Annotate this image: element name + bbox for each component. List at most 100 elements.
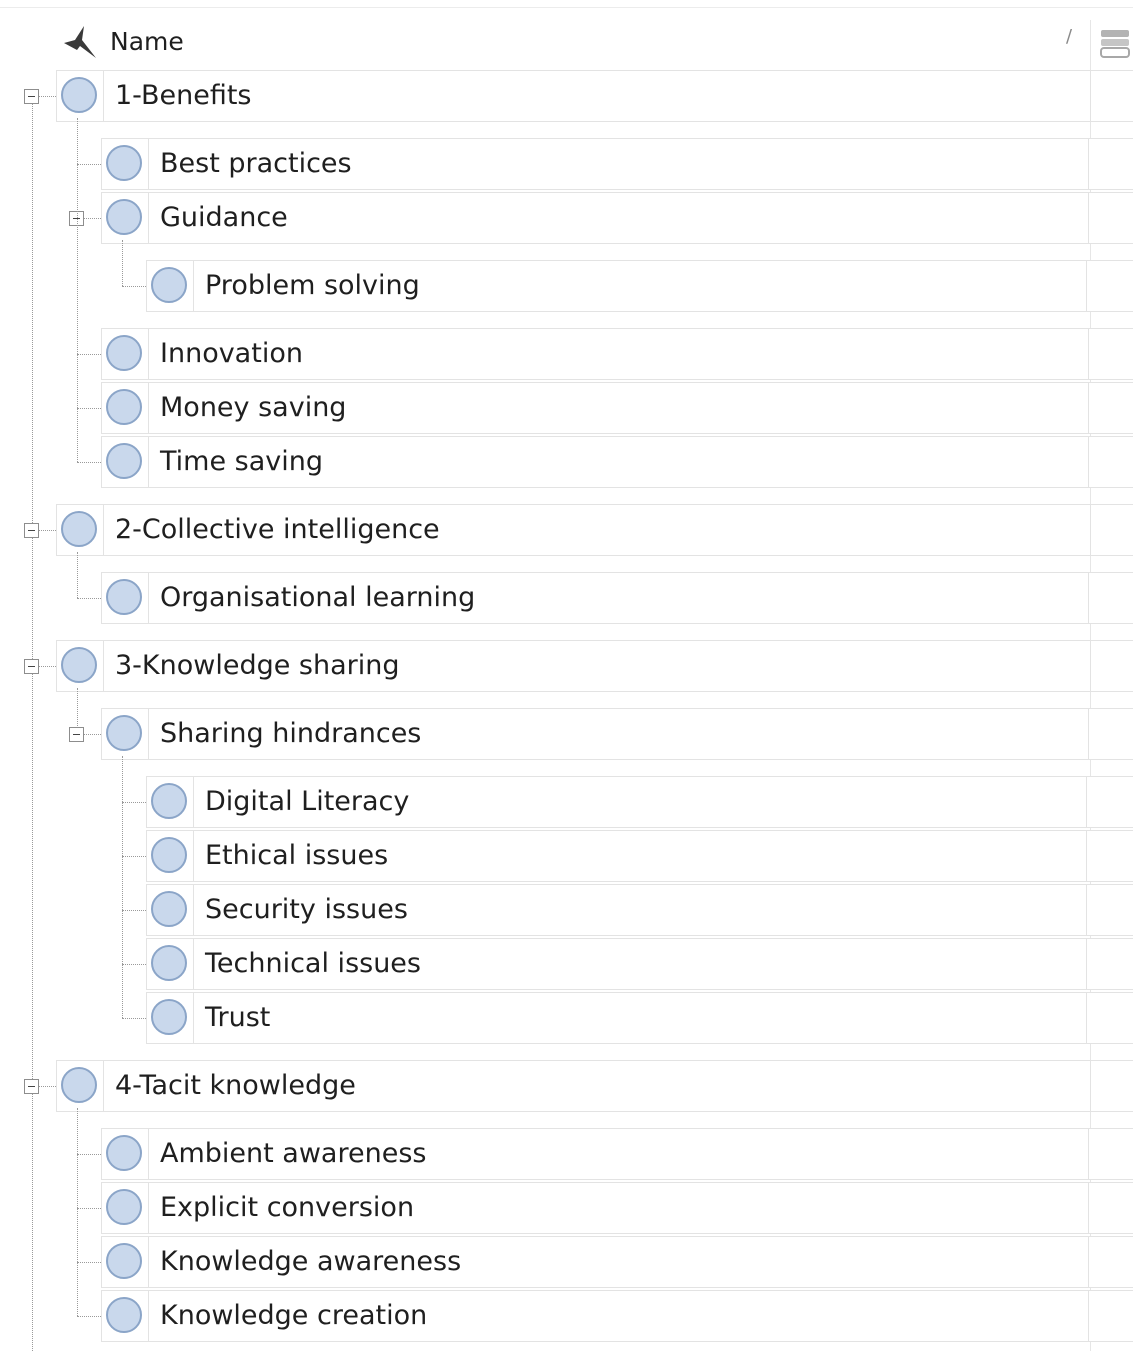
- node-icon-cell: [102, 329, 149, 379]
- node-icon-cell: [147, 993, 194, 1043]
- column-divider: [1088, 709, 1089, 759]
- node-icon-cell: [102, 193, 149, 243]
- tree-row[interactable]: Sharing hindrances: [101, 708, 1133, 760]
- code-node-circle-icon: [151, 999, 187, 1035]
- codes-star-icon[interactable]: [60, 24, 98, 62]
- node-icon-cell: [147, 261, 194, 311]
- collapse-minus-icon[interactable]: [24, 523, 39, 538]
- node-label: Knowledge creation: [160, 1300, 428, 1331]
- column-divider: [1088, 383, 1089, 433]
- tree-connector-line: [77, 462, 101, 463]
- column-divider: [1090, 1061, 1091, 1111]
- column-divider: [1090, 641, 1091, 691]
- tree-row[interactable]: Trust: [146, 992, 1133, 1044]
- tree-connector-line: [122, 856, 146, 857]
- references-icon[interactable]: [1096, 24, 1133, 64]
- tree-row[interactable]: 3-Knowledge sharing: [56, 640, 1133, 692]
- node-icon-cell: [102, 1291, 149, 1341]
- column-divider: [1088, 329, 1089, 379]
- node-icon-cell: [57, 505, 104, 555]
- column-divider: [1086, 993, 1087, 1043]
- tree-connector-line: [77, 1208, 101, 1209]
- collapse-minus-icon[interactable]: [24, 1079, 39, 1094]
- column-divider: [1088, 1237, 1089, 1287]
- column-divider: [1086, 885, 1087, 935]
- tree-connector-line: [122, 240, 123, 286]
- code-node-circle-icon: [106, 579, 142, 615]
- collapse-minus-icon[interactable]: [24, 89, 39, 104]
- node-label: Guidance: [160, 202, 288, 233]
- node-label: Ambient awareness: [160, 1138, 427, 1169]
- node-icon-cell: [147, 939, 194, 989]
- collapse-minus-icon[interactable]: [69, 727, 84, 742]
- code-node-circle-icon: [151, 837, 187, 873]
- tree-connector-line: [77, 1154, 101, 1155]
- tree-row[interactable]: Technical issues: [146, 938, 1133, 990]
- node-icon-cell: [147, 777, 194, 827]
- column-divider: [1088, 1291, 1089, 1341]
- tree-connector-line: [122, 910, 146, 911]
- collapse-minus-icon[interactable]: [24, 659, 39, 674]
- tree-row[interactable]: Explicit conversion: [101, 1182, 1133, 1234]
- node-label: 1-Benefits: [115, 80, 252, 111]
- node-label: Innovation: [160, 338, 303, 369]
- code-node-circle-icon: [151, 783, 187, 819]
- column-divider: [1086, 777, 1087, 827]
- sort-indicator-icon: /: [1066, 26, 1073, 47]
- code-node-circle-icon: [106, 1135, 142, 1171]
- tree-connector-line: [77, 1262, 101, 1263]
- node-icon-cell: [102, 139, 149, 189]
- node-label: Security issues: [205, 894, 408, 925]
- tree-row[interactable]: Time saving: [101, 436, 1133, 488]
- tree-row[interactable]: Problem solving: [146, 260, 1133, 312]
- tree-connector-line: [77, 118, 78, 462]
- tree-connector-line: [77, 552, 78, 598]
- column-divider: [1088, 437, 1089, 487]
- code-node-circle-icon: [106, 1189, 142, 1225]
- tree-row[interactable]: Knowledge awareness: [101, 1236, 1133, 1288]
- tree-row[interactable]: 4-Tacit knowledge: [56, 1060, 1133, 1112]
- tree-row[interactable]: Innovation: [101, 328, 1133, 380]
- tree-row[interactable]: Guidance: [101, 192, 1133, 244]
- code-node-circle-icon: [151, 945, 187, 981]
- tree-connector-line: [122, 964, 146, 965]
- node-label: Explicit conversion: [160, 1192, 415, 1223]
- code-node-circle-icon: [61, 77, 97, 113]
- node-label: Money saving: [160, 392, 347, 423]
- code-node-circle-icon: [106, 199, 142, 235]
- node-icon-cell: [147, 831, 194, 881]
- code-node-circle-icon: [106, 1243, 142, 1279]
- tree-row[interactable]: 1-Benefits: [56, 70, 1133, 122]
- tree-connector-line: [77, 1108, 78, 1316]
- node-label: Sharing hindrances: [160, 718, 422, 749]
- node-label: Organisational learning: [160, 582, 476, 613]
- tree-row[interactable]: Best practices: [101, 138, 1133, 190]
- tree-row[interactable]: Ambient awareness: [101, 1128, 1133, 1180]
- column-header-name[interactable]: Name: [110, 26, 184, 58]
- node-icon-cell: [57, 641, 104, 691]
- tree-connector-line: [122, 1018, 146, 1019]
- column-divider: [1088, 573, 1089, 623]
- node-label: Ethical issues: [205, 840, 389, 871]
- column-divider: [1088, 1129, 1089, 1179]
- code-node-circle-icon: [61, 511, 97, 547]
- tree-row[interactable]: 2-Collective intelligence: [56, 504, 1133, 556]
- tree-row[interactable]: Knowledge creation: [101, 1290, 1133, 1342]
- tree-row[interactable]: Digital Literacy: [146, 776, 1133, 828]
- node-label: Digital Literacy: [205, 786, 410, 817]
- column-divider: [1086, 831, 1087, 881]
- node-icon-cell: [102, 1183, 149, 1233]
- tree-row[interactable]: Security issues: [146, 884, 1133, 936]
- node-label: 3-Knowledge sharing: [115, 650, 400, 681]
- top-border: [0, 7, 1133, 8]
- node-icon-cell: [102, 383, 149, 433]
- code-node-circle-icon: [106, 389, 142, 425]
- node-icon-cell: [147, 885, 194, 935]
- node-label: Best practices: [160, 148, 352, 179]
- tree-row[interactable]: Organisational learning: [101, 572, 1133, 624]
- tree-connector-line: [77, 1316, 101, 1317]
- code-node-circle-icon: [106, 335, 142, 371]
- tree-row[interactable]: Money saving: [101, 382, 1133, 434]
- tree-row[interactable]: Ethical issues: [146, 830, 1133, 882]
- tree-connector-line: [77, 598, 101, 599]
